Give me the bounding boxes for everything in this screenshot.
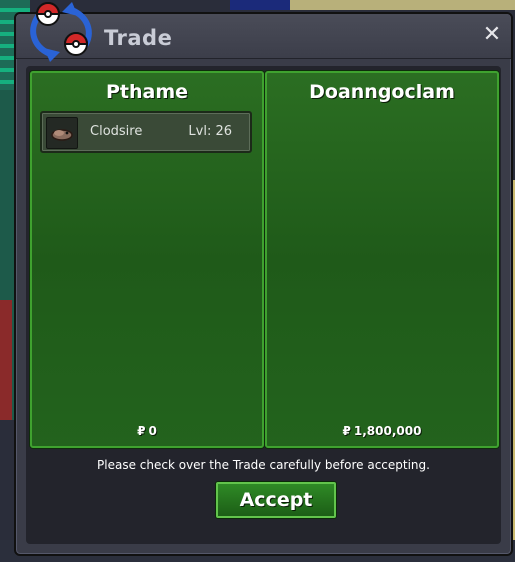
close-button[interactable]: ✕ <box>481 24 503 46</box>
accept-button[interactable]: Accept <box>216 482 336 518</box>
pokedollar-icon: ₽ <box>342 424 351 438</box>
left-money-value: 0 <box>148 424 157 438</box>
trade-body: Pthame Clodsire Lvl: 26 ₽0 Doanngoclam ₽… <box>26 66 501 544</box>
background-tile <box>0 300 12 420</box>
window-title: Trade <box>104 26 173 50</box>
pokedollar-icon: ₽ <box>137 424 146 438</box>
right-trade-panel: Doanngoclam ₽1,800,000 <box>265 71 499 448</box>
title-bar[interactable]: Trade ✕ <box>16 2 511 62</box>
trade-swap-pokeball-icon <box>30 2 92 62</box>
trade-window: Trade ✕ Pthame Clodsire Lvl: 26 ₽0 Doann… <box>14 2 513 556</box>
trade-item-slot[interactable]: Clodsire Lvl: 26 <box>40 111 252 153</box>
background-tile <box>290 0 515 10</box>
left-trade-panel: Pthame Clodsire Lvl: 26 ₽0 <box>30 71 264 448</box>
clodsire-sprite-icon <box>46 117 78 149</box>
left-money-offer: ₽0 <box>32 424 262 438</box>
item-level: Lvl: 26 <box>188 124 232 139</box>
background-tile <box>230 0 290 10</box>
trade-warning-note: Please check over the Trade carefully be… <box>97 458 430 472</box>
right-money-offer: ₽1,800,000 <box>267 424 497 438</box>
right-money-value: 1,800,000 <box>353 424 422 438</box>
close-icon: ✕ <box>482 22 502 47</box>
item-name: Clodsire <box>90 124 143 139</box>
right-player-name: Doanngoclam <box>309 81 455 103</box>
left-player-name: Pthame <box>105 81 189 103</box>
